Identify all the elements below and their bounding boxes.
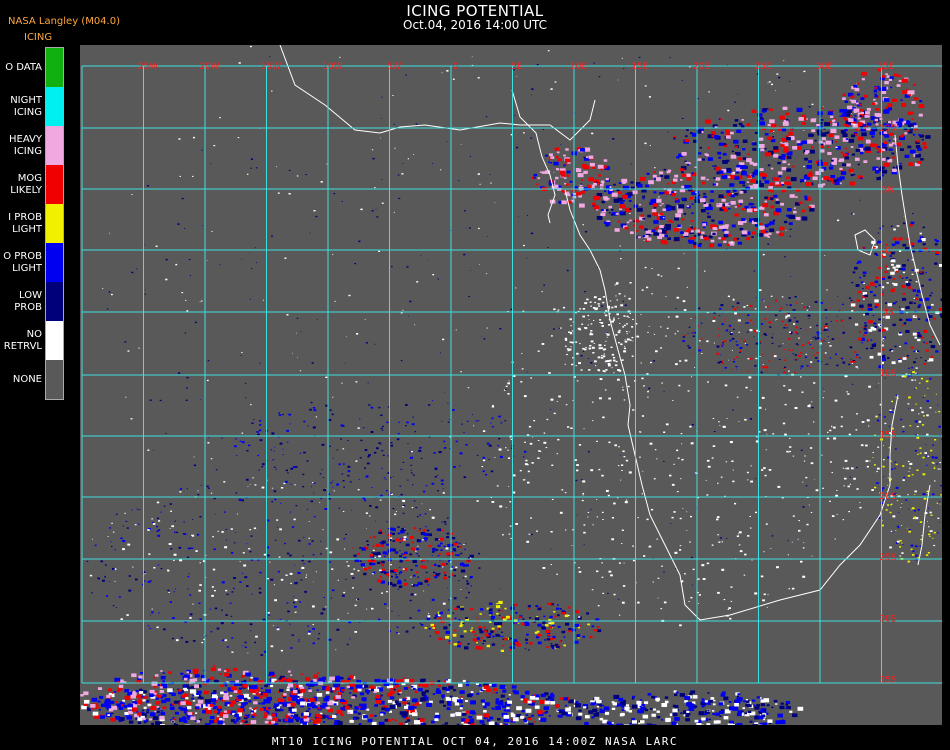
subtitle: Oct.04, 2016 14:00 UTC — [403, 18, 547, 32]
longitude-label: 30E — [816, 62, 833, 72]
latitude-label: 10S — [879, 369, 896, 379]
longitude-label: 10W — [322, 62, 342, 72]
legend-swatch — [46, 126, 64, 165]
legend-label: I PROB LIGHT — [8, 211, 42, 235]
longitude-label: 10E — [570, 62, 587, 72]
longitude-label: 15W — [261, 62, 281, 72]
legend-swatch — [46, 282, 64, 321]
legend-label: LOW PROB — [14, 289, 42, 313]
longitude-label: 20W — [199, 62, 219, 72]
longitude-label: 20E — [693, 62, 710, 72]
latitude-label: 5N — [882, 185, 894, 195]
legend-swatch — [46, 321, 64, 360]
latitude-label: 5S — [882, 308, 894, 318]
legend-item: HEAVY ICING — [0, 126, 66, 165]
map-svg: 25W 20W 15W 10W 5W 0 5E 10E 15E 20E 25E 30E 35E 10N 5… — [80, 45, 942, 725]
legend-label: HEAVY ICING — [9, 133, 42, 157]
legend-label: NIGHT ICING — [10, 94, 42, 118]
producer-label: NASA Langley (M04.0) — [8, 16, 120, 27]
legend-item: LOW PROB — [0, 282, 66, 321]
legend-swatch — [46, 243, 64, 282]
latitude-label: 15S — [879, 431, 896, 441]
legend-swatch — [46, 87, 64, 126]
latitude-label: 30S — [879, 614, 896, 624]
legend-label: MOG LIKELY — [10, 172, 42, 196]
legend-item: NIGHT ICING — [0, 87, 66, 126]
latitude-label: 35S — [879, 676, 896, 686]
longitude-label: 35E — [877, 62, 894, 72]
footer-caption: MT10 ICING POTENTIAL OCT 04, 2016 14:00Z… — [271, 735, 679, 748]
legend-swatch — [46, 48, 64, 87]
map-panel[interactable]: 25W 20W 15W 10W 5W 0 5E 10E 15E 20E 25E 30E 35E 10N 5… — [80, 45, 942, 725]
legend-item: NO RETRVL — [0, 321, 66, 360]
legend-item: NONE — [0, 360, 66, 399]
legend-swatch — [46, 165, 64, 204]
legend-label: NONE — [12, 373, 42, 385]
legend-swatch — [46, 360, 64, 399]
coastline-gulf-guinea — [511, 89, 556, 224]
icing-cloud-layer — [80, 45, 942, 725]
legend-item: MOG LIKELY — [0, 165, 66, 204]
longitude-labels: 25W 20W 15W 10W 5W 0 5E 10E 15E 20E 25E 30E 35E — [138, 62, 895, 72]
longitude-label: 25W — [138, 62, 158, 72]
longitude-label: 5W — [387, 62, 402, 72]
latitude-label: 0 — [885, 247, 891, 257]
latitude-label: 25S — [879, 553, 896, 563]
longitude-label: 0 — [453, 62, 459, 72]
legend-item: I PROB LIGHT — [0, 204, 66, 243]
lat-lon-grid — [81, 65, 942, 684]
latitude-label: 20S — [879, 492, 896, 502]
latitude-label: 10N — [879, 124, 897, 134]
coastline-north-africa — [279, 45, 596, 141]
product-label: ICING — [24, 32, 53, 43]
legend-label: NO RETRVL — [3, 328, 42, 352]
longitude-label: 15E — [631, 62, 648, 72]
longitude-label: 5E — [511, 62, 523, 72]
legend-item: O PROB LIGHT — [0, 243, 66, 282]
legend-swatch — [46, 204, 64, 243]
coastline-west-africa — [564, 189, 899, 621]
legend-label: O PROB LIGHT — [3, 250, 42, 274]
legend-item: O DATA — [0, 48, 66, 87]
legend-label: O DATA — [5, 61, 42, 73]
longitude-label: 25E — [754, 62, 771, 72]
